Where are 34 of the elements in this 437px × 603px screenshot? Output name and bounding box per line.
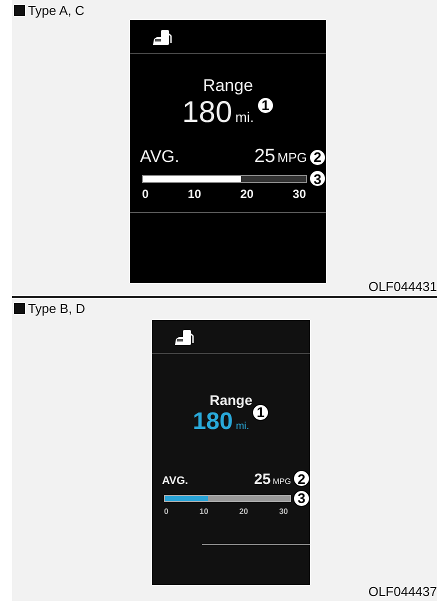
figure-code: OLF044431 (368, 279, 437, 294)
scale-label: 10 (188, 187, 202, 201)
callout-number: 1 (256, 96, 274, 114)
callout-number: 3 (309, 170, 326, 187)
scale-label: 0 (164, 506, 168, 516)
scale-label: 20 (240, 187, 254, 201)
car-fuel-icon (152, 29, 172, 47)
range-label: Range (208, 392, 254, 408)
scale-label: 30 (292, 187, 306, 201)
range-value: 180 (192, 408, 233, 436)
square-bullet-icon (14, 303, 25, 314)
range-label: Range (202, 76, 254, 96)
callout-number: 3 (293, 490, 310, 506)
average-label: AVG. (162, 474, 188, 486)
average-unit: MPG (272, 476, 291, 486)
figure-label: Type A, C (28, 3, 84, 18)
average-value: 25 (254, 146, 276, 168)
average-label: AVG. (140, 147, 180, 167)
range-value: 180 (182, 96, 232, 130)
scale-label: 30 (279, 506, 288, 516)
callout-number: 1 (252, 404, 270, 420)
average-value: 25 (254, 470, 271, 488)
scale-label: 10 (199, 506, 208, 516)
range-unit: mi. (236, 421, 250, 432)
square-bullet-icon (14, 5, 25, 16)
callout-number: 2 (309, 148, 326, 166)
car-fuel-icon (174, 329, 194, 347)
average-unit: MPG (277, 150, 307, 165)
figure-code: OLF044437 (368, 584, 437, 599)
scale-label: 20 (239, 506, 248, 516)
callout-number: 2 (293, 470, 310, 487)
range-unit: mi. (235, 109, 254, 125)
figure-label: Type B, D (28, 301, 86, 316)
scale-label: 0 (142, 187, 149, 201)
